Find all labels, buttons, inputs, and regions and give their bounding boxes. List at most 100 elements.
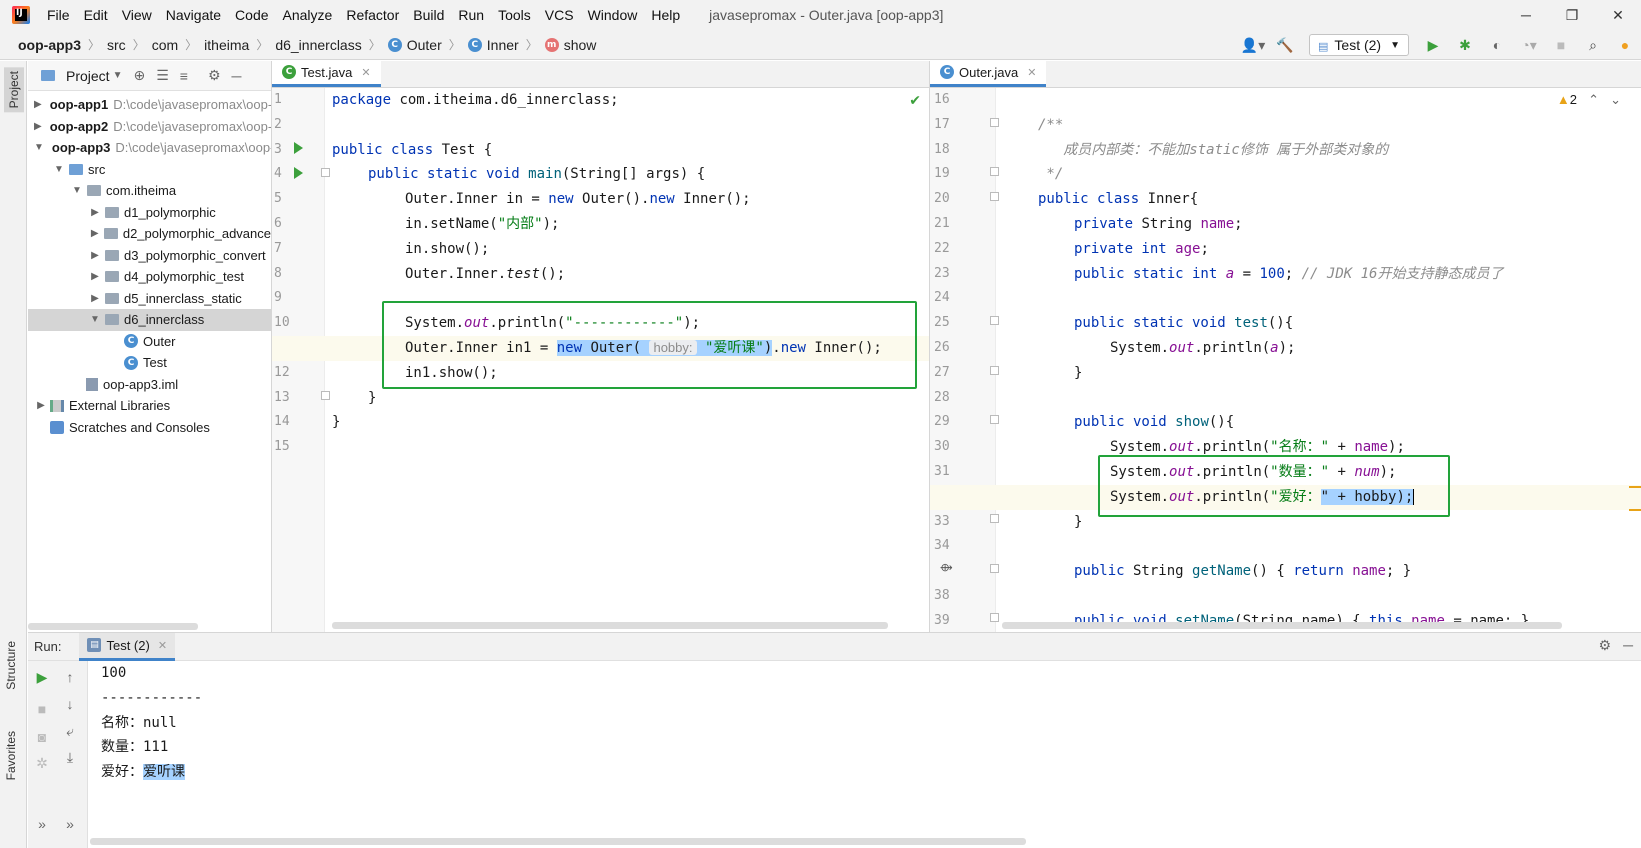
breadcrumb-inner[interactable]: C Inner bbox=[467, 37, 519, 53]
run-config-select[interactable]: ▤ Test (2) ▼ bbox=[1309, 34, 1409, 56]
menu-help[interactable]: Help bbox=[644, 0, 687, 30]
fold-icon[interactable] bbox=[990, 415, 999, 424]
code-area[interactable]: package com.itheima.d6_innerclass; publi… bbox=[272, 88, 929, 632]
stop-icon[interactable]: ■ bbox=[32, 701, 52, 717]
structure-tool-tab[interactable]: Structure bbox=[4, 641, 18, 690]
gear-icon[interactable]: ⚙ bbox=[1599, 637, 1612, 654]
menu-code[interactable]: Code bbox=[228, 0, 275, 30]
menu-file[interactable]: File bbox=[40, 0, 77, 30]
minimize-icon[interactable]: ─ bbox=[1503, 0, 1549, 30]
fold-icon[interactable] bbox=[990, 192, 999, 201]
run-tab-test[interactable]: ▤ Test (2) ✕ bbox=[79, 632, 176, 661]
tree-item-outer[interactable]: C Outer bbox=[28, 331, 271, 353]
menu-refactor[interactable]: Refactor bbox=[339, 0, 406, 30]
code-area[interactable]: /** 成员内部类：不能加static修饰 属于外部类对象的 */ public… bbox=[930, 88, 1641, 632]
error-stripe-mark[interactable] bbox=[1629, 509, 1641, 511]
menu-run[interactable]: Run bbox=[451, 0, 491, 30]
fold-icon[interactable] bbox=[990, 514, 999, 523]
tree-item-oop-app1[interactable]: ▶oop-app1D:\code\javasepromax\oop-app1 bbox=[28, 94, 271, 116]
breadcrumb-com[interactable]: com bbox=[152, 37, 178, 53]
tree-item-d3[interactable]: ▶ d3_polymorphic_convert bbox=[28, 245, 271, 267]
console-output[interactable]: 100 ------------ 名称：null 数量：111 爱好：爱听课 bbox=[88, 661, 1641, 821]
rerun-icon[interactable]: ▶ bbox=[32, 669, 52, 686]
horizontal-scrollbar[interactable] bbox=[332, 622, 888, 629]
run-gutter-icon[interactable] bbox=[294, 142, 303, 154]
fold-icon[interactable] bbox=[990, 564, 999, 573]
search-icon[interactable]: ⌕ bbox=[1580, 34, 1606, 56]
breadcrumb-itheima[interactable]: itheima bbox=[204, 37, 249, 53]
more-icon[interactable]: » bbox=[32, 816, 52, 832]
expand-all-icon[interactable]: ☰ bbox=[156, 67, 169, 84]
fold-icon[interactable] bbox=[321, 168, 330, 177]
error-stripe-mark[interactable] bbox=[1629, 486, 1641, 488]
run-icon[interactable]: ▶ bbox=[1420, 34, 1446, 56]
tree-item-scratches[interactable]: Scratches and Consoles bbox=[28, 417, 271, 439]
tab-test-java[interactable]: C Test.java ✕ bbox=[272, 61, 381, 87]
fold-icon[interactable] bbox=[990, 613, 999, 622]
menu-analyze[interactable]: Analyze bbox=[276, 0, 340, 30]
user-icon[interactable]: 👤▾ bbox=[1240, 34, 1266, 56]
tree-item-src[interactable]: ▼ src bbox=[28, 159, 271, 181]
tree-item-external-libraries[interactable]: ▶ External Libraries bbox=[28, 395, 271, 417]
menu-tools[interactable]: Tools bbox=[491, 0, 538, 30]
horizontal-scrollbar[interactable] bbox=[90, 838, 1026, 845]
tab-outer-java[interactable]: C Outer.java ✕ bbox=[930, 61, 1047, 87]
breadcrumb-package[interactable]: d6_innerclass bbox=[275, 37, 361, 53]
close-window-icon[interactable]: ✕ bbox=[1595, 0, 1641, 30]
locate-icon[interactable]: ⊕ bbox=[133, 67, 145, 84]
camera-icon[interactable]: ◙ bbox=[32, 729, 52, 745]
menu-view[interactable]: View bbox=[115, 0, 159, 30]
tree-item-iml[interactable]: oop-app3.iml bbox=[28, 374, 271, 396]
project-tool-tab[interactable]: Project bbox=[4, 67, 24, 113]
breadcrumb-project[interactable]: oop-app3 bbox=[18, 37, 81, 53]
breadcrumb-method[interactable]: m show bbox=[544, 37, 596, 53]
stop-icon[interactable]: ■ bbox=[1548, 34, 1574, 56]
update-icon[interactable]: ● bbox=[1612, 34, 1638, 56]
soft-wrap-icon[interactable]: ⤶ bbox=[60, 723, 80, 740]
scroll-to-end-icon[interactable]: ⤓ bbox=[60, 749, 80, 766]
run-gutter-icon[interactable] bbox=[294, 167, 303, 179]
project-view-select[interactable]: Project bbox=[66, 68, 110, 84]
menu-vcs[interactable]: VCS bbox=[538, 0, 581, 30]
fold-icon[interactable] bbox=[990, 118, 999, 127]
tree-item-d4[interactable]: ▶ d4_polymorphic_test bbox=[28, 266, 271, 288]
menu-edit[interactable]: Edit bbox=[77, 0, 115, 30]
favorites-tool-tab[interactable]: Favorites bbox=[4, 731, 18, 780]
profile-icon[interactable]: ◔▾ bbox=[1516, 34, 1542, 56]
tree-item-com-itheima[interactable]: ▼ com.itheima bbox=[28, 180, 271, 202]
settings-icon[interactable]: ✲ bbox=[32, 755, 52, 772]
horizontal-scrollbar[interactable] bbox=[1002, 622, 1562, 629]
fold-icon[interactable] bbox=[990, 366, 999, 375]
breadcrumb-outer[interactable]: C Outer bbox=[387, 37, 442, 53]
arrow-up-icon[interactable]: ↑ bbox=[60, 669, 80, 685]
tree-item-oop-app2[interactable]: ▶oop-app2D:\code\javasepromax\oop-app2 bbox=[28, 116, 271, 138]
menu-build[interactable]: Build bbox=[406, 0, 451, 30]
collapse-all-icon[interactable]: ≡ bbox=[180, 68, 188, 84]
horizontal-scrollbar[interactable] bbox=[28, 623, 198, 630]
fold-icon[interactable] bbox=[990, 167, 999, 176]
tree-item-oop-app3[interactable]: ▼oop-app3D:\code\javasepromax\oop-app3 bbox=[28, 137, 271, 159]
menu-navigate[interactable]: Navigate bbox=[159, 0, 228, 30]
close-tab-icon[interactable]: ✕ bbox=[1027, 66, 1036, 79]
breadcrumb-src[interactable]: src bbox=[107, 37, 126, 53]
fold-icon[interactable] bbox=[321, 391, 330, 400]
tree-item-d5[interactable]: ▶ d5_innerclass_static bbox=[28, 288, 271, 310]
more-icon[interactable]: » bbox=[60, 816, 80, 832]
restore-icon[interactable]: ❐ bbox=[1549, 0, 1595, 30]
close-tab-icon[interactable]: ✕ bbox=[158, 639, 167, 652]
debug-icon[interactable]: ✱ bbox=[1452, 34, 1478, 56]
tree-item-d6[interactable]: ▼ d6_innerclass bbox=[28, 309, 271, 331]
folded-code-icon[interactable]: ⟴ bbox=[940, 561, 953, 574]
build-hammer-icon[interactable]: 🔨 bbox=[1272, 34, 1298, 56]
coverage-icon[interactable]: ◐ bbox=[1484, 34, 1510, 56]
arrow-down-icon[interactable]: ↓ bbox=[60, 696, 80, 712]
hide-icon[interactable]: ─ bbox=[1623, 637, 1633, 654]
fold-icon[interactable] bbox=[990, 316, 999, 325]
menu-window[interactable]: Window bbox=[581, 0, 645, 30]
close-tab-icon[interactable]: ✕ bbox=[361, 66, 370, 79]
gear-icon[interactable]: ⚙ bbox=[208, 67, 221, 84]
tree-item-test[interactable]: C Test bbox=[28, 352, 271, 374]
hide-icon[interactable]: ─ bbox=[232, 68, 242, 84]
tree-item-d2[interactable]: ▶ d2_polymorphic_advance bbox=[28, 223, 271, 245]
tree-item-d1[interactable]: ▶ d1_polymorphic bbox=[28, 202, 271, 224]
